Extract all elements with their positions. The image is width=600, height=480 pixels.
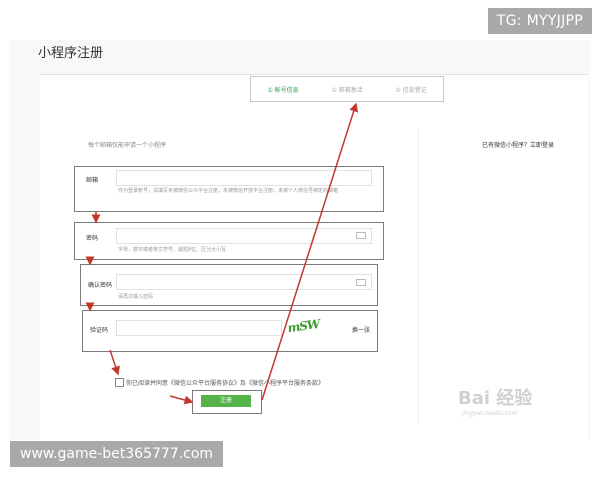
- baidu-jingyan-watermark: Bai 经验: [458, 388, 533, 409]
- tg-badge: TG: MYYJJPP: [487, 8, 592, 34]
- watermark-url: jingyan.baidu.com: [462, 410, 518, 417]
- arrow-agreement-to-submit: [169, 395, 194, 405]
- arrow-captcha-to-agreement: [109, 349, 120, 376]
- arrow-submit-to-steps: [261, 102, 359, 401]
- site-badge: www.game-bet365777.com: [10, 441, 224, 467]
